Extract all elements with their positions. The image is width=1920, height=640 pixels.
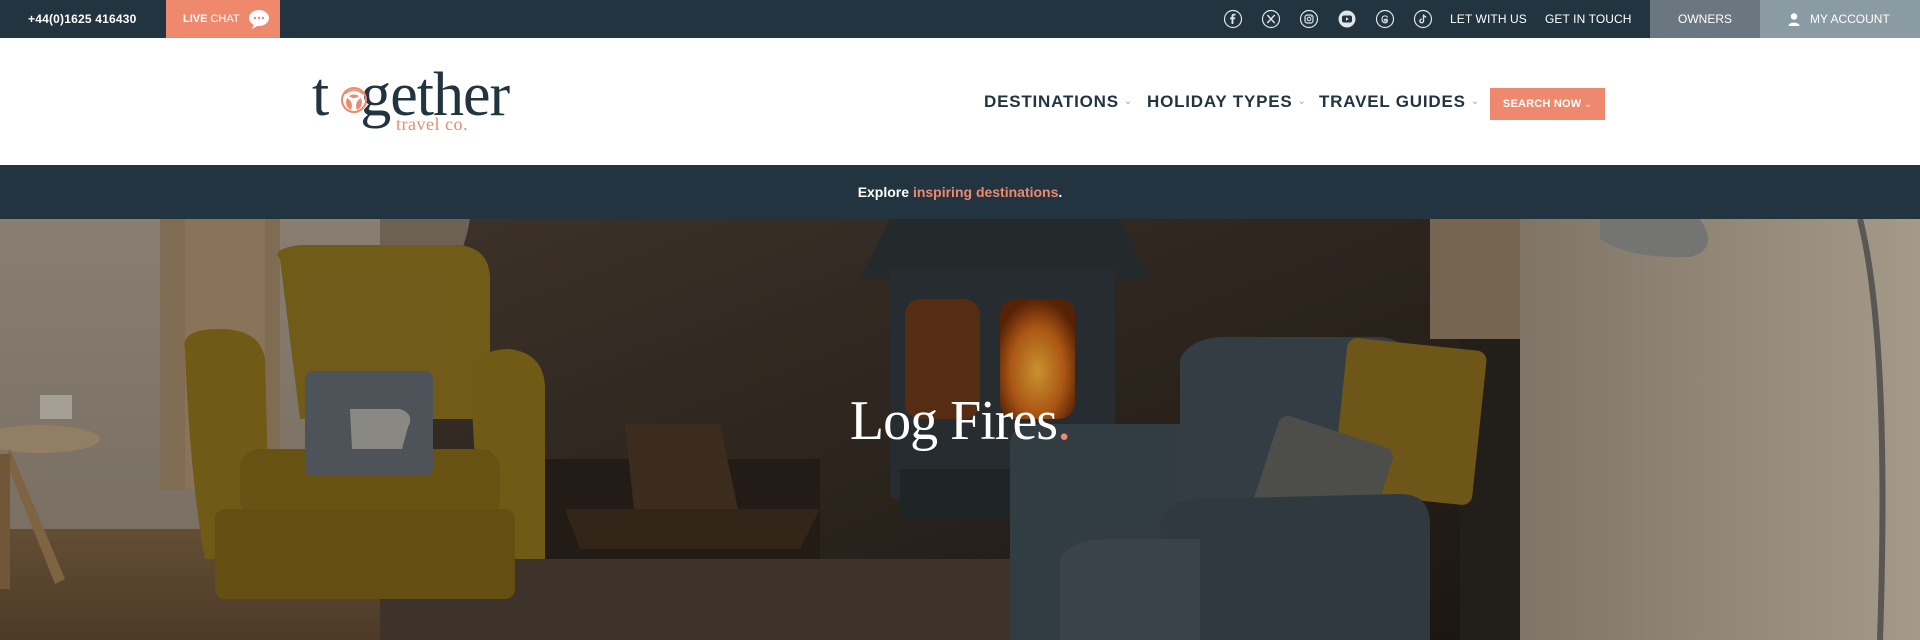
chat-bubble-icon [248,10,269,29]
x-icon[interactable] [1261,9,1281,29]
chevron-down-icon: ⌄ [1297,96,1307,107]
my-account-label: MY ACCOUNT [1810,12,1890,26]
logo-leaf-emblem-icon [341,87,367,113]
nav-destinations[interactable]: DESTINATIONS ⌄ [984,38,1133,165]
get-in-touch-link[interactable]: GET IN TOUCH [1545,0,1632,38]
hero-title: Log Fires. [0,389,1920,453]
together-travel-logo[interactable]: t gether travel co. [312,60,532,150]
live-chat-button[interactable]: LIVE CHAT [166,0,280,38]
live-chat-label-bold: LIVE [183,13,208,25]
inspiring-destinations-link[interactable]: inspiring destinations [913,184,1058,200]
search-now-button[interactable]: SEARCH NOW ⌄ [1490,88,1605,120]
youtube-icon[interactable] [1337,9,1357,29]
tiktok-icon[interactable] [1413,9,1433,29]
chevron-down-icon: ⌄ [1470,96,1480,107]
banner-prefix: Explore [857,184,913,200]
nav-travel-guides-label: TRAVEL GUIDES [1319,91,1466,111]
facebook-icon[interactable] [1223,9,1243,29]
live-chat-label: CHAT [210,13,240,25]
logo-subtitle: travel co. [396,114,468,134]
nav-destinations-label: DESTINATIONS [984,91,1119,111]
my-account-button[interactable]: MY ACCOUNT [1760,0,1920,38]
top-bar: +44(0)1625 416430 LIVE CHAT LET WITH US … [0,0,1920,38]
phone-number-link[interactable]: +44(0)1625 416430 [28,0,137,38]
user-icon [1788,12,1800,26]
nav-holiday-types-label: HOLIDAY TYPES [1147,91,1293,111]
chevron-down-icon: ⌄ [1123,96,1134,107]
hero-title-text: Log Fires [849,390,1058,452]
search-now-label: SEARCH NOW [1502,98,1582,110]
instagram-icon[interactable] [1299,9,1319,29]
nav-travel-guides[interactable]: TRAVEL GUIDES ⌄ [1319,38,1480,165]
hero-title-dot: . [1057,390,1071,452]
owners-button[interactable]: OWNERS [1650,0,1760,38]
main-header: t gether travel co. DESTINATIONS ⌄ HOLIDAY… [0,38,1920,165]
explore-banner: Explore inspiring destinations. [0,165,1920,219]
chevron-down-icon: ⌄ [1584,98,1593,109]
let-with-us-link[interactable]: LET WITH US [1450,0,1527,38]
nav-holiday-types[interactable]: HOLIDAY TYPES ⌄ [1147,38,1307,165]
hero-section: Log Fires. [0,219,1920,640]
threads-icon[interactable] [1375,9,1395,29]
banner-suffix: . [1058,184,1063,200]
